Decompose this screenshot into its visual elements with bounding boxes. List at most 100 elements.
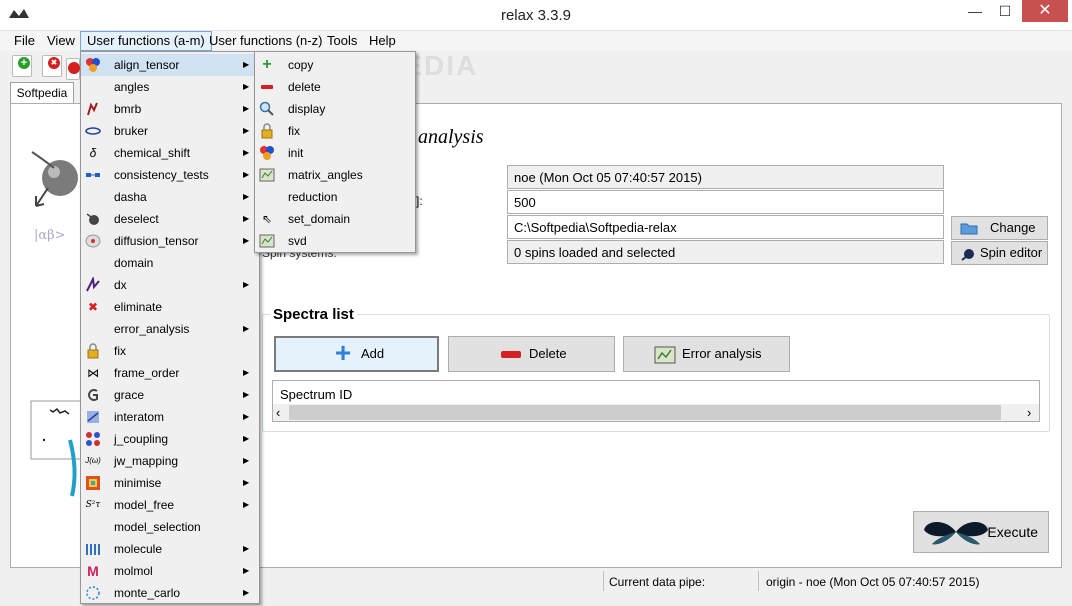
menu-item-interatom[interactable]: interatom ▶ [81, 406, 259, 428]
results-directory-input[interactable]: C:\Softpedia\Softpedia-relax [507, 215, 944, 239]
error-analysis-icon [654, 346, 676, 364]
menu-item-model-free[interactable]: S²τ model_free ▶ [81, 494, 259, 516]
submenu-arrow-icon: ▶ [243, 324, 250, 333]
frequency-input[interactable]: 500 [507, 190, 944, 214]
new-analysis-button[interactable]: + [12, 55, 32, 77]
submenu-arrow-icon: ▶ [243, 368, 250, 377]
menu-item-consistency-tests[interactable]: consistency_tests ▶ [81, 164, 259, 186]
menu-item-align-tensor[interactable]: align_tensor ▶ [81, 54, 259, 76]
submenu-arrow-icon: ▶ [243, 126, 250, 135]
submenu-item-reduction[interactable]: reduction [255, 186, 415, 208]
submenu-arrow-icon: ▶ [243, 456, 250, 465]
submenu-arrow-icon: ▶ [243, 478, 250, 487]
minimise-icon [85, 475, 101, 491]
menu-item-molmol[interactable]: M molmol ▶ [81, 560, 259, 582]
jw-mapping-icon: J(ω) [85, 456, 101, 465]
menu-item-chemical-shift[interactable]: δ chemical_shift ▶ [81, 142, 259, 164]
menu-item-grace[interactable]: grace ▶ [81, 384, 259, 406]
menu-item-dx[interactable]: dx ▶ [81, 274, 259, 296]
data-pipe-field: noe (Mon Oct 05 07:40:57 2015) [507, 165, 944, 189]
menu-tools[interactable]: Tools [321, 31, 363, 51]
menu-item-deselect[interactable]: deselect ▶ [81, 208, 259, 230]
submenu-item-copy[interactable]: + copy [255, 54, 415, 76]
menu-item-fix[interactable]: fix [81, 340, 259, 362]
model-selection-icon [85, 519, 101, 535]
menu-help[interactable]: Help [363, 31, 402, 51]
interatom-icon [85, 409, 101, 425]
submenu-item-delete[interactable]: delete [255, 76, 415, 98]
scroll-left-icon[interactable]: ‹ [276, 404, 280, 421]
cross-icon: ✖ [87, 300, 99, 314]
menu-item-model-selection[interactable]: model_selection [81, 516, 259, 538]
menu-item-monte-carlo[interactable]: monte_carlo ▶ [81, 582, 259, 604]
spin-editor-button-label: Spin editor [980, 245, 1043, 260]
submenu-item-matrix-angles[interactable]: matrix_angles [255, 164, 415, 186]
maximize-button[interactable]: ☐ [990, 0, 1020, 22]
monte-carlo-icon [85, 585, 101, 601]
menu-item-domain[interactable]: domain [81, 252, 259, 274]
submenu-item-set-domain[interactable]: ⇖ set_domain [255, 208, 415, 230]
submenu-arrow-icon: ▶ [243, 214, 250, 223]
menu-item-bruker[interactable]: bruker ▶ [81, 120, 259, 142]
close-icon: ✖ [48, 57, 60, 69]
submenu-arrow-icon: ▶ [243, 82, 250, 91]
molecule-graphic-icon [31, 151, 78, 207]
molmol-icon: M [87, 563, 99, 579]
close-analysis-button[interactable]: ✖ [42, 55, 62, 77]
lock-icon [85, 343, 101, 359]
submenu-item-init[interactable]: init [255, 142, 415, 164]
menu-item-bmrb[interactable]: bmrb ▶ [81, 98, 259, 120]
submenu-arrow-icon: ▶ [243, 60, 250, 69]
submenu-arrow-icon: ▶ [243, 500, 250, 509]
spin-icon [961, 249, 974, 261]
add-icon: + [18, 57, 30, 69]
tab-softpedia[interactable]: Softpedia [10, 82, 74, 104]
delete-spectrum-button[interactable]: Delete [448, 336, 615, 372]
plus-icon: + [262, 56, 272, 73]
menu-item-dasha[interactable]: dasha ▶ [81, 186, 259, 208]
user-functions-a-m-menu: align_tensor ▶ angles ▶ bmrb ▶ bruker ▶ … [80, 51, 260, 604]
spectrum-plot-graphic [30, 400, 82, 497]
scrollbar-thumb[interactable] [289, 405, 1001, 420]
butterfly-icon [924, 522, 988, 545]
menu-item-frame-order[interactable]: ⋈ frame_order ▶ [81, 362, 259, 384]
menu-item-diffusion-tensor[interactable]: diffusion_tensor ▶ [81, 230, 259, 252]
menu-item-j-coupling[interactable]: j_coupling ▶ [81, 428, 259, 450]
error-analysis-button[interactable]: Error analysis [623, 336, 790, 372]
align-tensor-icon [85, 57, 101, 73]
submenu-item-display[interactable]: display [255, 98, 415, 120]
menu-view[interactable]: View [41, 31, 81, 51]
minimize-button[interactable]: — [960, 0, 990, 22]
close-button[interactable]: ✕ [1022, 0, 1068, 22]
submenu-item-svd[interactable]: svd [255, 230, 415, 252]
submenu-arrow-icon: ▶ [243, 566, 250, 575]
analysis-title: analysis [418, 126, 484, 148]
dx-icon [85, 275, 101, 293]
spin-editor-button[interactable]: Spin editor [951, 241, 1048, 265]
menu-item-error-analysis[interactable]: error_analysis ▶ [81, 318, 259, 340]
menu-item-molecule[interactable]: molecule ▶ [81, 538, 259, 560]
menu-item-eliminate[interactable]: ✖ eliminate [81, 296, 259, 318]
scroll-right-icon[interactable]: › [1027, 404, 1031, 421]
bowtie-icon: ⋈ [87, 366, 99, 380]
menu-item-angles[interactable]: angles ▶ [81, 76, 259, 98]
current-data-pipe-label: Current data pipe: [609, 575, 706, 589]
dasha-icon [85, 189, 101, 205]
lock-icon [259, 123, 275, 139]
error-analysis-button-label: Error analysis [682, 346, 762, 361]
spectrum-id-column-header[interactable]: Spectrum ID [280, 387, 352, 402]
submenu-arrow-icon: ▶ [243, 148, 250, 157]
menu-file[interactable]: File [8, 31, 41, 51]
delete-button-label: Delete [529, 346, 567, 361]
execute-button[interactable]: Execute [913, 511, 1049, 553]
close-all-button[interactable] [66, 58, 80, 80]
current-data-pipe-value: origin - noe (Mon Oct 05 07:40:57 2015) [766, 575, 980, 589]
submenu-item-fix[interactable]: fix [255, 120, 415, 142]
add-spectrum-button[interactable]: + Add [274, 336, 439, 372]
menu-item-minimise[interactable]: minimise ▶ [81, 472, 259, 494]
menu-user-functions-a-m[interactable]: User functions (a-m) [80, 31, 212, 51]
menu-user-functions-n-z[interactable]: User functions (n-z) [203, 31, 328, 51]
menu-item-jw-mapping[interactable]: J(ω) jw_mapping ▶ [81, 450, 259, 472]
change-button[interactable]: Change [951, 216, 1048, 240]
j-coupling-icon [85, 431, 101, 447]
